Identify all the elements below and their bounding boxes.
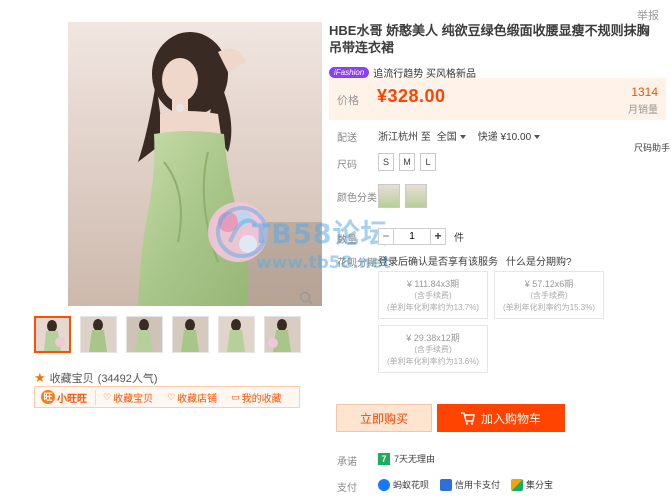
installment-label: 花呗分期 [337,258,377,269]
price-box: 价格 ¥328.00 1314 月销量 [329,78,666,120]
favorite-item[interactable]: ★ 收藏宝贝 (34492人气) [34,370,158,386]
thumbnail[interactable] [218,316,255,353]
plan-amount: ¥ 111.84x3期 [406,279,460,289]
thumbnail[interactable] [172,316,209,353]
my-fav-label: 我的收藏 [241,393,282,405]
payment-huabei[interactable]: 蚂蚁花呗 [378,478,429,491]
plan-fee: (含手续费) [530,291,568,300]
fav-shop-label: 收藏店铺 [177,393,218,405]
monthly-sales-label: 月销量 [628,105,658,116]
chevron-down-icon [534,135,541,140]
installment-note-row: 登录后确认是否享有该服务 什么是分期购? [378,253,572,268]
my-fav-link[interactable]: ▭ 我的收藏 [224,390,289,405]
promise-item[interactable]: 7 7天无理由 [378,452,435,465]
installment-note: 登录后确认是否享有该服务 [378,257,498,268]
favorite-count: (34492人气) [97,373,158,385]
color-option[interactable] [405,184,427,208]
plan-rate: (单利年化利率约为15.3%) [502,303,595,312]
delivery-label: 配送 [337,133,357,144]
size-assistant-link[interactable]: 尺码助手 [634,141,670,154]
fav-goods-link[interactable]: ♡ 收藏宝贝 [96,390,160,405]
payment-jifenbao[interactable]: 集分宝 [511,478,553,491]
folder-icon: ▭ [231,391,240,402]
quantity-decrease-button[interactable]: − [378,228,394,245]
plan-amount: ¥ 57.12x6期 [524,279,574,289]
wangwang-icon: 旺 [41,390,55,404]
fav-shop-link[interactable]: ♡ 收藏店铺 [160,390,224,405]
add-to-cart-button[interactable]: 加入购物车 [437,404,565,432]
promise-label: 承诺 [337,457,357,468]
color-option[interactable] [378,184,400,208]
favorite-label: 收藏宝贝 [49,373,94,385]
main-product-image[interactable] [68,22,322,306]
shop-links-bar: 旺 小旺旺 ♡ 收藏宝贝 ♡ 收藏店铺 ▭ 我的收藏 [34,386,300,408]
heart-icon: ♡ [167,391,176,402]
delivery-to-select[interactable]: 全国 [437,128,466,143]
plan-rate: (单利年化利率约为13.6%) [386,357,479,366]
quantity-label: 数量 [337,235,357,246]
size-option-s[interactable]: S [378,153,394,171]
product-photo [68,22,322,306]
size-option-l[interactable]: L [420,153,436,171]
price-label: 价格 [337,95,359,107]
color-options [378,184,427,208]
thumbnail[interactable] [264,316,301,353]
wangwang-button[interactable]: 旺 小旺旺 [35,389,96,405]
product-title: HBE水哥 娇憨美人 纯欲豆绿色缎面收腰显瘦不规则抹胸吊带连衣裙 [329,23,650,55]
add-to-cart-label: 加入购物车 [480,411,541,426]
plan-fee: (含手续费) [414,345,452,354]
report-link[interactable]: 举报 [637,7,659,23]
price-value: ¥328.00 [377,86,446,106]
fav-goods-label: 收藏宝贝 [113,393,154,405]
payment-methods: 蚂蚁花呗 信用卡支付 集分宝 [378,478,553,491]
thumbnail[interactable] [34,316,71,353]
installment-help-link[interactable]: 什么是分期购? [506,253,572,268]
installment-plan-12[interactable]: ¥ 29.38x12期 (含手续费) (单利年化利率约为13.6%) [378,325,488,373]
delivery-row: 浙江杭州 至 全国 快递 ¥10.00 [378,128,541,143]
quantity-increase-button[interactable]: + [430,228,446,245]
express-fee: 快递 ¥10.00 [477,132,532,143]
thumbnail-strip [34,316,301,353]
thumbnail[interactable] [126,316,163,353]
delivery-to: 全国 [436,132,457,143]
chevron-down-icon [459,135,466,140]
payment-name: 蚂蚁花呗 [393,480,430,490]
delivery-from: 浙江杭州 至 [378,132,431,143]
buy-now-button[interactable]: 立即购买 [336,404,432,432]
heart-icon: ♡ [103,391,112,402]
cart-icon [460,411,475,425]
promise-text: 7天无理由 [394,454,436,464]
monthly-sales: 1314 月销量 [628,85,658,116]
plan-fee: (含手续费) [414,291,452,300]
quantity-stepper: − + 件 [378,228,464,245]
zoom-icon[interactable] [298,290,314,306]
thumbnail[interactable] [80,316,117,353]
star-icon: ★ [34,370,46,385]
plan-rate: (单利年化利率约为13.7%) [386,303,479,312]
jifenbao-icon [511,478,524,491]
size-options: S M L [378,153,436,171]
quantity-input[interactable] [394,228,430,245]
size-option-m[interactable]: M [399,153,415,171]
credit-card-icon [440,478,453,491]
installment-plan-3[interactable]: ¥ 111.84x3期 (含手续费) (单利年化利率约为13.7%) [378,271,488,319]
payment-credit-card[interactable]: 信用卡支付 [440,478,500,491]
size-label: 尺码 [337,160,357,171]
payment-name: 信用卡支付 [455,480,501,490]
quantity-unit: 件 [454,233,464,244]
plan-amount: ¥ 29.38x12期 [406,333,460,343]
seven-day-icon: 7 [378,452,390,465]
payment-name: 集分宝 [526,480,554,490]
monthly-sales-count: 1314 [631,85,658,99]
express-fee-select[interactable]: 快递 ¥10.00 [477,128,541,143]
payment-label: 支付 [337,483,357,494]
ifashion-tag: iFashion [329,67,370,78]
installment-plan-6[interactable]: ¥ 57.12x6期 (含手续费) (单利年化利率约为15.3%) [494,271,604,319]
huabei-icon [378,478,390,491]
wangwang-label: 小旺旺 [57,393,87,405]
color-label: 颜色分类 [337,193,377,204]
